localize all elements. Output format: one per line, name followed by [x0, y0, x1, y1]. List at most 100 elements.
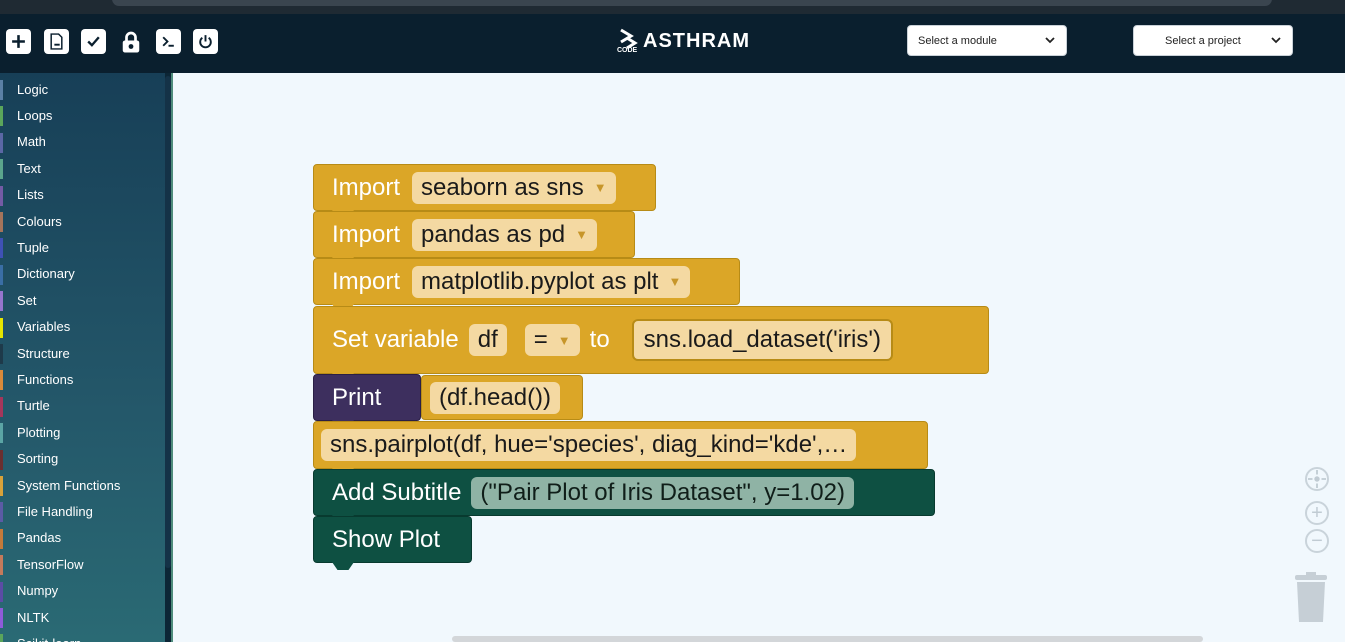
module-select-label: Select a module	[918, 34, 997, 47]
pairplot-code-field[interactable]: sns.pairplot(df, hue='species', diag_kin…	[321, 429, 857, 461]
checkbox-icon[interactable]	[81, 29, 106, 54]
recenter-icon[interactable]	[1305, 467, 1329, 491]
operator-dropdown[interactable]: = ▼	[524, 324, 580, 356]
trash-icon[interactable]	[1293, 572, 1329, 622]
sidebar-item-pandas[interactable]: Pandas	[0, 527, 165, 549]
block-keyword: Import	[332, 173, 401, 201]
set-variable-block[interactable]: Set variable df = ▼ to sns.load_dataset('…	[313, 306, 989, 381]
category-color-bar	[0, 264, 3, 285]
pairplot-block[interactable]: sns.pairplot(df, hue='species', diag_kin…	[313, 421, 928, 476]
category-color-bar	[0, 317, 3, 338]
category-color-bar	[0, 581, 3, 602]
sidebar-item-logic[interactable]: Logic	[0, 78, 165, 100]
sidebar-item-numpy[interactable]: Numpy	[0, 580, 165, 602]
top-toolbar: CODE ASTHRAM Select a module Select a pr…	[0, 14, 1345, 73]
sidebar-item-label: Dictionary	[17, 266, 75, 282]
category-color-bar	[0, 185, 3, 206]
sidebar-item-label: Scikit-learn	[17, 636, 81, 642]
sidebar-item-sorting[interactable]: Sorting	[0, 448, 165, 470]
block-connector	[332, 562, 354, 570]
zoom-in-icon[interactable]: +	[1305, 501, 1329, 525]
load-dataset-input[interactable]: sns.load_dataset('iris')	[631, 319, 893, 361]
sidebar-item-system-functions[interactable]: System Functions	[0, 474, 165, 496]
print-value-field[interactable]: (df.head())	[430, 381, 561, 414]
zoom-out-icon[interactable]: −	[1305, 529, 1329, 553]
browser-address-bar[interactable]	[112, 0, 1272, 6]
sidebar-item-file-handling[interactable]: File Handling	[0, 500, 165, 523]
sidebar-item-label: File Handling	[17, 503, 93, 519]
sidebar-item-label: Set	[17, 292, 37, 308]
print-block[interactable]: Print	[313, 374, 421, 428]
import-module-dropdown[interactable]: pandas as pd ▼	[412, 218, 598, 251]
sidebar-item-label: Math	[17, 134, 46, 150]
import-module-dropdown[interactable]: seaborn as sns ▼	[412, 171, 616, 204]
subtitle-value-field[interactable]: ("Pair Plot of Iris Dataset", y=1.02)	[471, 476, 854, 509]
operator-value: =	[533, 326, 548, 353]
import-block[interactable]: Import matplotlib.pyplot as plt ▼	[313, 258, 740, 312]
sidebar-item-text[interactable]: Text	[0, 157, 165, 180]
sidebar-item-label: Colours	[17, 213, 62, 229]
blockly-workspace[interactable]: Import seaborn as sns ▼ Import pandas as …	[173, 73, 1345, 642]
sidebar-item-label: Logic	[17, 81, 49, 97]
sidebar-item-plotting[interactable]: Plotting	[0, 421, 165, 444]
project-select[interactable]: Select a project	[1133, 25, 1293, 56]
import-module-value: matplotlib.pyplot as plt	[421, 267, 659, 295]
terminal-icon[interactable]	[156, 29, 181, 54]
sidebar-item-colours[interactable]: Colours	[0, 210, 165, 232]
category-color-bar	[0, 502, 3, 523]
category-color-bar	[0, 291, 3, 312]
category-color-bar	[0, 106, 3, 127]
sidebar-item-variables[interactable]: Variables	[0, 316, 165, 338]
category-color-bar	[0, 132, 3, 153]
toolbox-sidebar: Logic Loops Math Text Lists Colours Tuple Dicti…	[0, 73, 165, 642]
logo-text: ASTHRAM	[643, 29, 750, 52]
category-color-bar	[0, 634, 3, 642]
category-color-bar	[0, 528, 3, 549]
show-plot-block[interactable]: Show Plot	[313, 516, 472, 570]
remove-file-icon[interactable]	[44, 29, 69, 54]
sidebar-item-structure[interactable]: Structure	[0, 342, 165, 364]
sidebar-item-set[interactable]: Set	[0, 289, 165, 312]
lock-icon[interactable]	[118, 29, 143, 54]
add-subtitle-block[interactable]: Add Subtitle ("Pair Plot of Iris Dataset…	[313, 469, 935, 523]
block-keyword: Import	[332, 267, 401, 295]
import-module-value: seaborn as sns	[421, 173, 584, 201]
sidebar-item-label: TensorFlow	[17, 556, 84, 572]
module-select[interactable]: Select a module	[907, 25, 1067, 56]
sidebar-item-nltk[interactable]: NLTK	[0, 606, 165, 628]
import-block[interactable]: Import seaborn as sns ▼	[313, 164, 656, 218]
import-module-dropdown[interactable]: matplotlib.pyplot as plt ▼	[412, 265, 691, 298]
sidebar-item-tuple[interactable]: Tuple	[0, 236, 165, 259]
browser-chrome-strip	[0, 0, 1345, 14]
category-color-bar	[0, 370, 3, 391]
category-color-bar	[0, 423, 3, 444]
sidebar-item-tensorflow[interactable]: TensorFlow	[0, 553, 165, 576]
sidebar-item-functions[interactable]: Functions	[0, 368, 165, 391]
power-icon[interactable]	[193, 29, 218, 54]
logo-subtext: CODE	[617, 47, 638, 54]
category-color-bar	[0, 344, 3, 364]
variable-name-field[interactable]: df	[468, 324, 507, 356]
sidebar-item-label: Loops	[17, 107, 53, 123]
sidebar-item-label: Tuple	[17, 239, 50, 255]
block-keyword: Add Subtitle	[332, 478, 462, 506]
sidebar-item-label: Pandas	[17, 530, 62, 546]
sidebar-item-loops[interactable]: Loops	[0, 104, 165, 127]
sidebar-item-scikit-learn[interactable]: Scikit-learn	[0, 632, 165, 642]
import-block[interactable]: Import pandas as pd ▼	[313, 211, 635, 265]
sidebar-item-turtle[interactable]: Turtle	[0, 395, 165, 417]
print-value: (df.head())	[439, 383, 552, 411]
new-file-icon[interactable]	[6, 29, 31, 54]
dropdown-arrow-icon: ▼	[557, 332, 571, 348]
sidebar-item-dictionary[interactable]: Dictionary	[0, 263, 165, 285]
sidebar-item-lists[interactable]: Lists	[0, 184, 165, 206]
category-color-bar	[0, 80, 3, 100]
category-color-bar	[0, 159, 3, 180]
sidebar-item-math[interactable]: Math	[0, 131, 165, 153]
workspace-horizontal-scrollbar[interactable]	[452, 636, 1203, 642]
category-color-bar	[0, 212, 3, 232]
project-select-label: Select a project	[1165, 34, 1241, 47]
to-label: to	[589, 326, 610, 353]
print-value-block[interactable]: (df.head())	[421, 375, 583, 420]
sidebar-item-label: Structure	[17, 345, 70, 361]
